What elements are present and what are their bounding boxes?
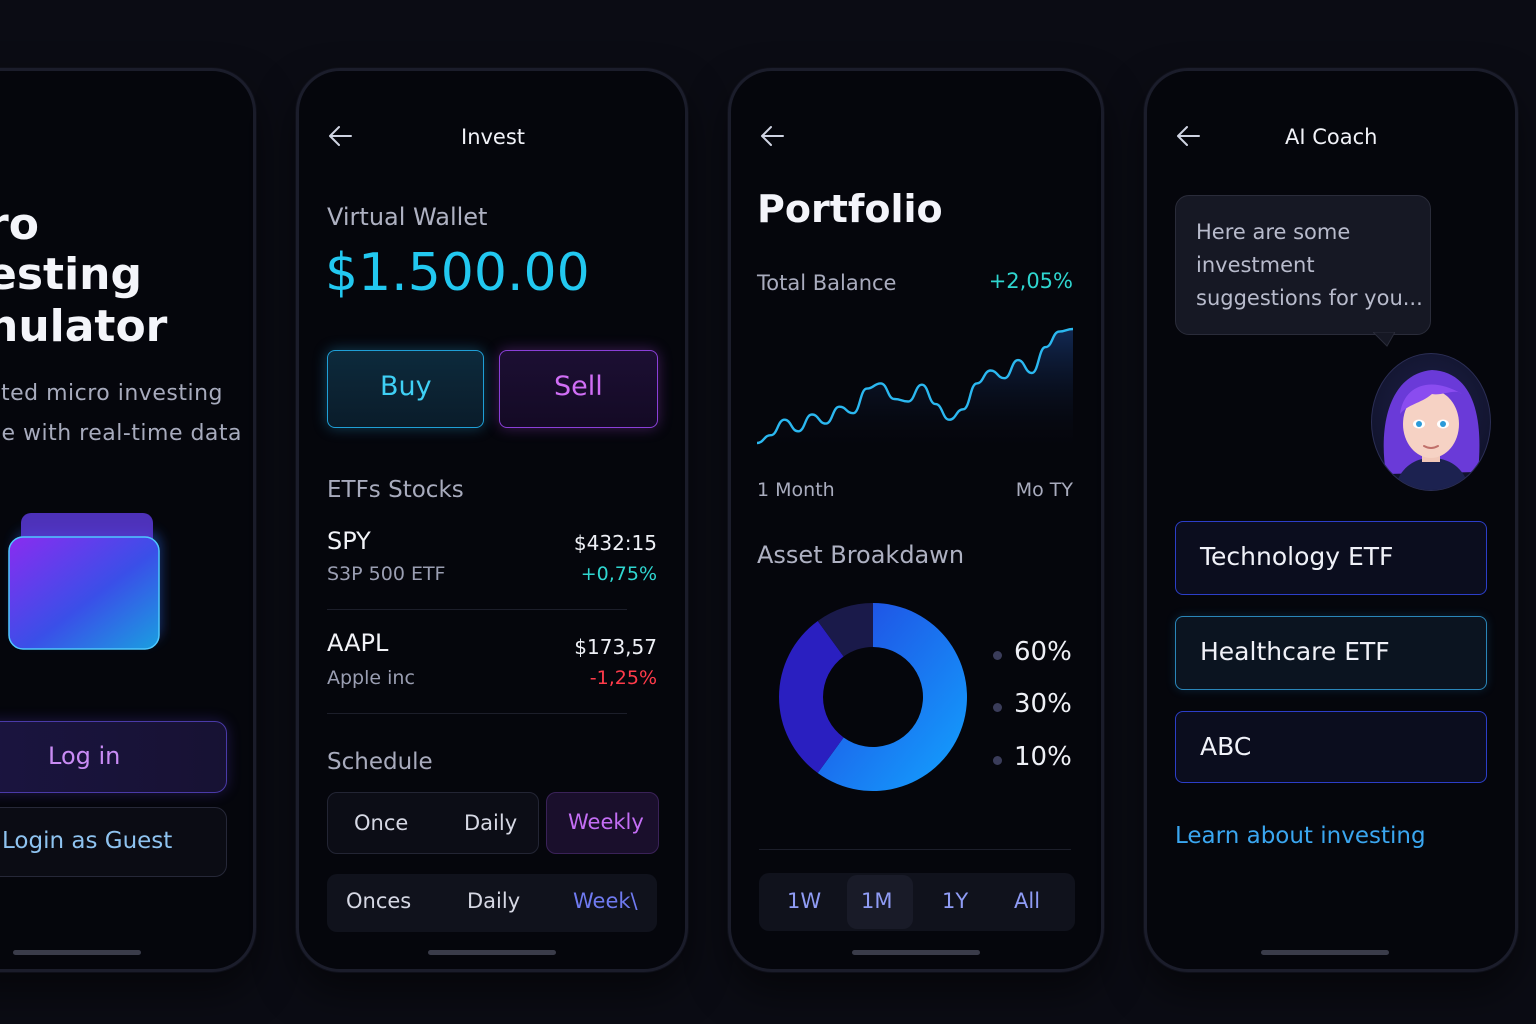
app-title-line1: ro bbox=[0, 199, 39, 250]
coach-face-icon bbox=[1383, 370, 1480, 490]
asset-breakdown-label: Asset Broakdawn bbox=[757, 541, 965, 569]
allocation-item: 60% bbox=[993, 637, 1072, 667]
allocation-item: 10% bbox=[993, 742, 1072, 772]
range-1w[interactable]: 1W bbox=[787, 889, 821, 913]
app-subtitle-line2: ne with real-time data bbox=[0, 421, 243, 446]
stock-row-spy[interactable]: SPY S3P 500 ETF $432:15 +0,75% bbox=[299, 519, 685, 609]
suggestion-label: Technology ETF bbox=[1200, 542, 1394, 571]
asset-donut-chart bbox=[779, 603, 967, 791]
stock-name: Apple inc bbox=[327, 667, 415, 689]
guest-login-button[interactable]: Login as Guest bbox=[0, 807, 227, 877]
stock-name: S3P 500 ETF bbox=[327, 563, 446, 585]
total-balance-change: +2,05% bbox=[988, 269, 1073, 293]
chart-end-label: Mo TY bbox=[1015, 479, 1073, 501]
stock-price: $432:15 bbox=[573, 531, 657, 555]
home-indicator[interactable] bbox=[852, 950, 980, 955]
allocation-value: 60% bbox=[1014, 637, 1072, 667]
wallet-balance: $1.500.00 bbox=[325, 243, 590, 303]
schedule-option-daily-secondary[interactable]: Daily bbox=[467, 889, 520, 913]
header-title: Invest bbox=[461, 125, 526, 149]
donut-slice-30pct bbox=[779, 620, 844, 774]
app-subtitle-line1: ated micro investing bbox=[0, 381, 223, 406]
suggestion-technology-etf[interactable]: Technology ETF bbox=[1175, 521, 1487, 595]
coach-message-text: Here are some investment suggestions for… bbox=[1196, 220, 1423, 310]
back-arrow-icon[interactable] bbox=[1175, 123, 1201, 149]
range-1m[interactable]: 1M bbox=[861, 889, 892, 913]
section-divider bbox=[759, 849, 1071, 850]
back-arrow-icon[interactable] bbox=[759, 123, 785, 149]
header-title: AI Coach bbox=[1285, 125, 1378, 149]
line-chart-area bbox=[757, 329, 1073, 451]
suggestion-label: Healthcare ETF bbox=[1200, 637, 1390, 666]
schedule-option-once[interactable]: Once bbox=[354, 811, 408, 835]
balance-line-chart bbox=[757, 327, 1073, 451]
suggestion-label: ABC bbox=[1200, 732, 1252, 761]
bubble-tail-icon bbox=[1373, 332, 1395, 347]
ai-coach-avatar bbox=[1371, 353, 1491, 491]
row-divider bbox=[327, 609, 627, 610]
login-button[interactable]: Log in bbox=[0, 721, 227, 793]
legend-dot-icon bbox=[993, 756, 1002, 765]
allocation-value: 10% bbox=[1014, 742, 1072, 772]
schedule-option-week[interactable]: Week\ bbox=[573, 889, 638, 913]
sell-button[interactable]: Sell bbox=[499, 350, 658, 428]
app-title-line3: nulator bbox=[0, 301, 168, 352]
section-label: ETFs Stocks bbox=[327, 477, 464, 503]
stock-change: +0,75% bbox=[580, 563, 657, 585]
home-indicator[interactable] bbox=[428, 950, 556, 955]
schedule-label: Schedule bbox=[327, 749, 433, 775]
stock-ticker: AAPL bbox=[327, 629, 389, 657]
range-1y[interactable]: 1Y bbox=[942, 889, 968, 913]
coach-message-bubble: Here are some investment suggestions for… bbox=[1175, 195, 1431, 335]
sell-button-label: Sell bbox=[554, 371, 603, 402]
wallet-label: Virtual Wallet bbox=[327, 203, 488, 231]
home-indicator[interactable] bbox=[1261, 950, 1389, 955]
range-all[interactable]: All bbox=[1014, 889, 1040, 913]
stock-row-aapl[interactable]: AAPL Apple inc $173,57 -1,25% bbox=[299, 623, 685, 713]
total-balance-label: Total Balance bbox=[757, 271, 897, 295]
suggestion-abc[interactable]: ABC bbox=[1175, 711, 1487, 783]
guest-login-label: Login as Guest bbox=[2, 828, 173, 854]
app-title-line2: esting bbox=[0, 249, 142, 300]
learn-about-investing-link[interactable]: Learn about investing bbox=[1175, 823, 1426, 849]
stock-change: -1,25% bbox=[589, 667, 657, 689]
home-indicator[interactable] bbox=[13, 950, 141, 955]
allocation-value: 30% bbox=[1014, 689, 1072, 719]
row-divider bbox=[327, 713, 627, 714]
chart-start-label: 1 Month bbox=[757, 479, 835, 501]
invest-screen: Invest Virtual Wallet $1.500.00 Buy Sell… bbox=[296, 68, 688, 972]
back-arrow-icon[interactable] bbox=[327, 123, 353, 149]
buy-button[interactable]: Buy bbox=[327, 350, 484, 428]
portfolio-screen: Portfolio Total Balance +2,05% 1 Month M… bbox=[728, 68, 1104, 972]
welcome-screen: ro esting nulator ated micro investing n… bbox=[0, 68, 256, 972]
stock-ticker: SPY bbox=[327, 527, 371, 555]
legend-dot-icon bbox=[993, 651, 1002, 660]
legend-dot-icon bbox=[993, 703, 1002, 712]
ai-coach-screen: AI Coach Here are some investment sugges… bbox=[1144, 68, 1518, 972]
schedule-option-daily[interactable]: Daily bbox=[464, 811, 517, 835]
schedule-option-weekly-label: Weekly bbox=[568, 810, 644, 834]
allocation-item: 30% bbox=[993, 689, 1072, 719]
schedule-option-onces[interactable]: Onces bbox=[346, 889, 411, 913]
wallet-icon bbox=[8, 513, 161, 650]
login-button-label: Log in bbox=[48, 742, 121, 770]
page-title: Portfolio bbox=[757, 187, 943, 231]
buy-button-label: Buy bbox=[380, 371, 432, 402]
stock-price: $173,57 bbox=[574, 635, 657, 659]
suggestion-healthcare-etf[interactable]: Healthcare ETF bbox=[1175, 616, 1487, 690]
schedule-option-weekly[interactable]: Weekly bbox=[546, 792, 659, 854]
